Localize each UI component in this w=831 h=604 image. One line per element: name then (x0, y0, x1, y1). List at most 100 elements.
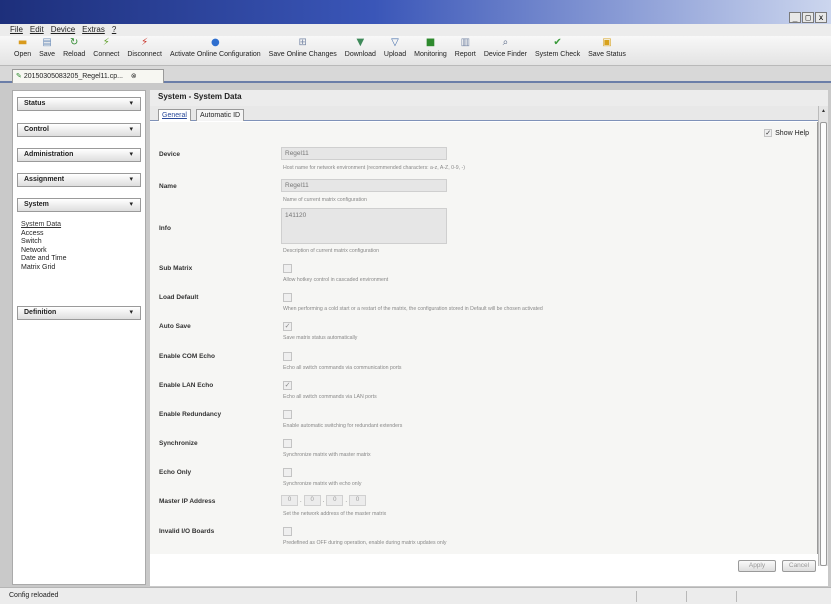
menu-device[interactable]: Device (51, 24, 75, 36)
sidebar-item-date-and-time[interactable]: Date and Time (21, 255, 67, 264)
sidebar-section-label: Status (24, 100, 46, 107)
enable-com-echo-label: Enable COM Echo (159, 353, 215, 360)
toolbar-label: Device Finder (483, 51, 527, 58)
name-label: Name (159, 183, 177, 190)
menu-bar: File Edit Device Extras ? (0, 24, 831, 36)
ip-octet-field[interactable]: 0 (303, 495, 321, 506)
invalid-io-label: Invalid I/O Boards (159, 528, 215, 535)
show-help-label: Show Help (775, 129, 809, 137)
ip-octet-field[interactable]: 0 (349, 495, 367, 506)
cancel-button[interactable]: Cancel (782, 560, 816, 572)
disconnect-icon: ⚡ (141, 37, 149, 48)
enable-lan-echo-checkbox[interactable]: ✓ (283, 381, 292, 390)
chevron-down-icon: ▾ (129, 126, 133, 133)
master-ip-label: Master IP Address (159, 498, 216, 505)
open-button[interactable]: ▬ Open (10, 36, 35, 65)
sidebar-section-system[interactable]: System ▾ (17, 198, 141, 212)
sidebar-item-access[interactable]: Access (21, 230, 67, 239)
toolbar-label: Report (454, 51, 476, 58)
close-tab-icon[interactable]: ⊗ (131, 73, 137, 80)
connect-button[interactable]: ⚡ Connect (89, 36, 123, 65)
sidebar-section-label: System (24, 201, 49, 208)
sidebar-section-administration[interactable]: Administration ▾ (17, 148, 141, 162)
sidebar-section-status[interactable]: Status ▾ (17, 97, 141, 111)
sidebar-item-system-data[interactable]: System Data (21, 221, 67, 230)
sidebar-section-label: Assignment (24, 176, 65, 183)
close-button[interactable]: x (815, 12, 827, 23)
download-button[interactable]: ▼ Download (341, 36, 380, 65)
document-tab[interactable]: ✎ 20150305083205_Regel11.cp... ⊗ (12, 69, 164, 83)
monitoring-button[interactable]: ■ Monitoring (410, 36, 451, 65)
reload-icon: ↻ (69, 37, 79, 48)
upload-button[interactable]: ▽ Upload (380, 36, 410, 65)
device-field[interactable]: Regel11 (281, 147, 447, 160)
chevron-down-icon: ▾ (129, 201, 133, 208)
reload-button[interactable]: ↻ Reload (59, 36, 89, 65)
status-divider (636, 591, 637, 602)
save-icon: ▤ (42, 37, 52, 48)
sub-matrix-help-text: Allow hotkey control in cascaded environ… (283, 277, 389, 283)
sidebar-item-switch[interactable]: Switch (21, 238, 67, 247)
save-button[interactable]: ▤ Save (35, 36, 59, 65)
enable-com-echo-checkbox[interactable] (283, 352, 292, 361)
synchronize-checkbox[interactable] (283, 439, 292, 448)
save-changes-icon: ⊞ (298, 37, 307, 48)
name-field[interactable]: Regel11 (281, 179, 447, 192)
apply-button[interactable]: Apply (738, 560, 776, 572)
sub-matrix-label: Sub Matrix (159, 265, 193, 272)
status-text: Config reloaded (9, 592, 59, 599)
status-bar: Config reloaded (0, 587, 831, 604)
echo-only-help-text: Synchronize matrix with echo only (283, 481, 362, 487)
menu-file[interactable]: File (10, 24, 23, 36)
scrollbar-thumb[interactable] (820, 122, 827, 566)
vertical-scrollbar[interactable]: ▲ (818, 106, 828, 566)
tab-general[interactable]: General (158, 109, 191, 121)
sidebar-section-control[interactable]: Control ▾ (17, 123, 141, 137)
chevron-down-icon: ▾ (129, 176, 133, 183)
auto-save-label: Auto Save (159, 323, 191, 330)
sidebar-section-assignment[interactable]: Assignment ▾ (17, 173, 141, 187)
info-field[interactable]: 141120 (281, 208, 447, 244)
sub-matrix-checkbox[interactable] (283, 264, 292, 273)
save-online-changes-button[interactable]: ⊞ Save Online Changes (265, 36, 341, 65)
echo-only-checkbox[interactable] (283, 468, 292, 477)
load-default-help-text: When performing a cold start or a restar… (283, 306, 543, 312)
tab-automatic-id[interactable]: Automatic ID (196, 109, 245, 121)
disconnect-button[interactable]: ⚡ Disconnect (123, 36, 166, 65)
chevron-down-icon: ▾ (129, 100, 133, 107)
maximize-button[interactable]: □ (802, 12, 814, 23)
system-check-button[interactable]: ✔ System Check (531, 36, 584, 65)
minimize-button[interactable]: _ (789, 12, 801, 23)
save-status-button[interactable]: ▣ Save Status (584, 36, 630, 65)
menu-extras[interactable]: Extras (82, 24, 105, 36)
name-help-text: Name of current matrix configuration (283, 197, 367, 203)
sidebar-section-definition[interactable]: Definition ▾ (17, 306, 141, 320)
toolbar-label: Save Status (588, 51, 626, 58)
master-ip-help-text: Set the network address of the master ma… (283, 511, 387, 517)
auto-save-checkbox[interactable]: ✓ (283, 322, 292, 331)
menu-help[interactable]: ? (112, 24, 116, 36)
main-content: System - System Data General Automatic I… (150, 90, 828, 586)
chevron-down-icon: ▾ (129, 151, 133, 158)
ip-separator: . (322, 497, 325, 504)
menu-edit[interactable]: Edit (30, 24, 44, 36)
enable-redundancy-checkbox[interactable] (283, 410, 292, 419)
download-icon: ▼ (356, 37, 365, 48)
invalid-io-checkbox[interactable] (283, 527, 292, 536)
navigation-sidebar: Status ▾ Control ▾ Administration ▾ Assi… (12, 90, 146, 585)
sidebar-item-matrix-grid[interactable]: Matrix Grid (21, 264, 67, 273)
show-help-checkbox[interactable]: ✓ (764, 129, 773, 137)
scroll-up-icon[interactable]: ▲ (819, 108, 828, 114)
device-finder-button[interactable]: ⌕ Device Finder (480, 36, 531, 65)
report-button[interactable]: ▥ Report (451, 36, 480, 65)
window-controls: _ □ x (789, 12, 827, 23)
activate-online-configuration-button[interactable]: ● Activate Online Configuration (166, 36, 265, 65)
report-icon: ▥ (460, 37, 471, 48)
toolbar: ▬ Open ▤ Save ↻ Reload ⚡ Connect ⚡ Disconnect ● Act… (0, 36, 831, 66)
master-ip-input: 0 . 0 . 0 . 0 (281, 494, 367, 507)
sidebar-item-network[interactable]: Network (21, 247, 67, 256)
ip-octet-field[interactable]: 0 (326, 495, 344, 506)
load-default-checkbox[interactable] (283, 293, 292, 302)
show-help-toggle[interactable]: ✓ Show Help (764, 129, 809, 137)
ip-octet-field[interactable]: 0 (281, 495, 298, 506)
